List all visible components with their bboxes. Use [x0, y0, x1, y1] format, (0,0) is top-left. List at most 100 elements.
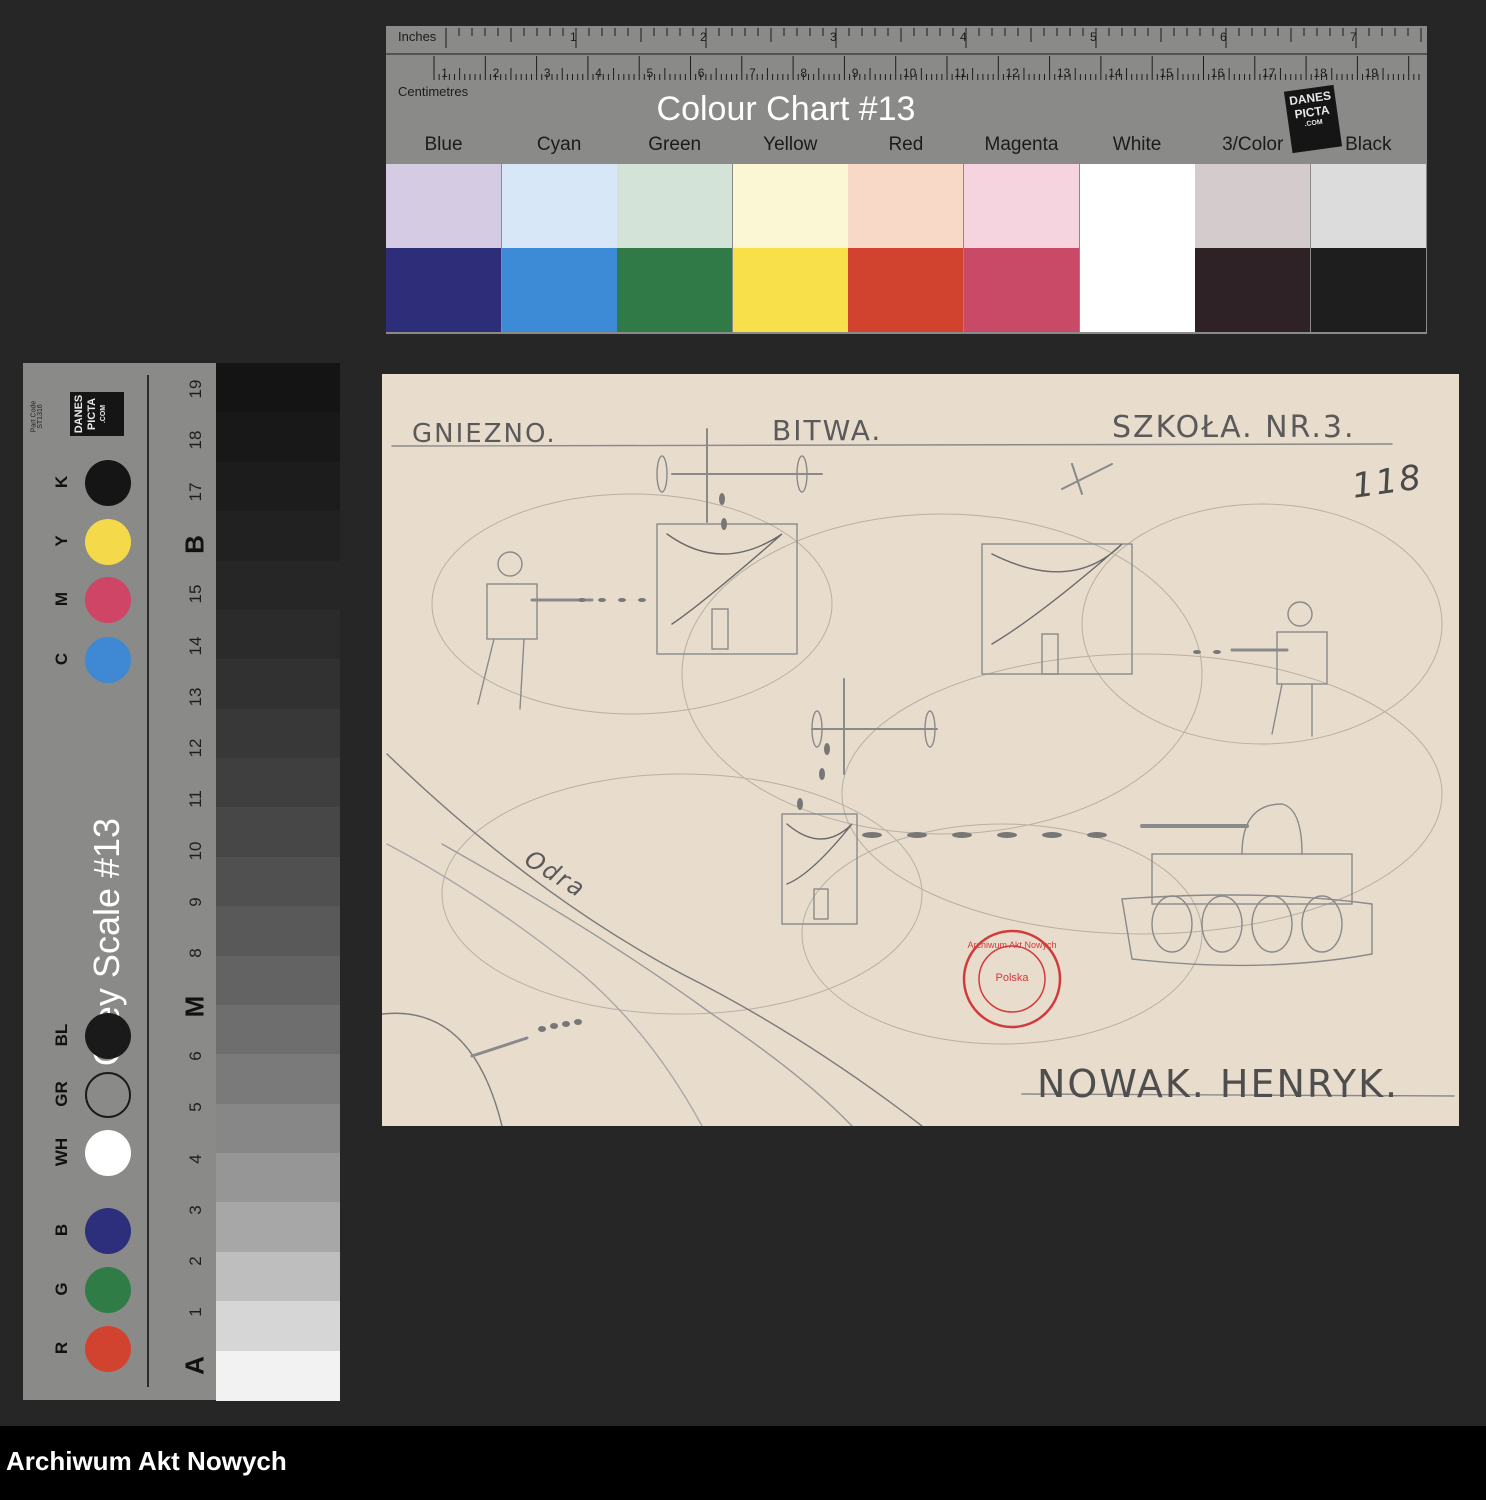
colour-dot-label: C	[52, 652, 71, 666]
grey-step	[216, 708, 340, 760]
grey-step	[216, 1004, 340, 1056]
cm-number: 8	[800, 66, 808, 80]
archive-stamp: Archiwum Akt Nowych Polska	[967, 940, 1057, 984]
grey-step	[216, 1350, 340, 1401]
grey-step	[216, 560, 340, 611]
swatch-light	[1310, 164, 1426, 248]
cm-number: 5	[646, 66, 654, 80]
scale-number: 17	[186, 482, 205, 502]
footer-bar: Archiwum Akt Nowych	[0, 1426, 1486, 1500]
colour-dot-label: GR	[52, 1081, 71, 1107]
swatch-label: Cyan	[536, 134, 582, 155]
drawing-sketch	[382, 428, 1455, 1126]
scale-number: M	[179, 995, 210, 1017]
swatch-dark	[386, 248, 501, 332]
swatch-dark	[964, 248, 1079, 332]
scale-number: 6	[186, 1051, 205, 1061]
inch-number: 1	[570, 30, 577, 44]
inch-number: 5	[1090, 30, 1097, 44]
colour-dot-label: BL	[52, 1023, 71, 1047]
inch-number: 2	[700, 30, 707, 44]
grey-step	[216, 1054, 340, 1105]
scale-number: 8	[186, 948, 205, 959]
scale-number: 13	[186, 687, 205, 707]
swatch-label: Blue	[424, 134, 463, 155]
grey-scale-card: Part Code ST1316 DANES PICTA .COM Grey S…	[23, 363, 340, 1401]
cm-number: 18	[1313, 66, 1327, 80]
cm-number: 16	[1210, 66, 1225, 80]
grey-steps	[216, 363, 340, 1401]
grey-step	[216, 659, 340, 710]
grey-step	[216, 758, 340, 809]
cm-number: 3	[543, 66, 551, 80]
swatch-light	[617, 164, 733, 248]
danes-picta-logo-vertical: DANES PICTA .COM	[70, 392, 124, 436]
swatch-label: Black	[1345, 134, 1392, 155]
header-city: GNIEZNO.	[412, 419, 557, 449]
swatch-light	[964, 164, 1079, 248]
grey-step	[216, 856, 340, 908]
grey-step	[216, 1153, 340, 1204]
scale-number: 9	[186, 897, 205, 907]
swatch-dark	[732, 248, 848, 332]
swatch-light	[1079, 164, 1195, 248]
grey-step	[216, 807, 340, 858]
scale-number: A	[179, 1355, 210, 1375]
scale-number: 11	[186, 790, 205, 809]
cm-number: 15	[1159, 66, 1173, 80]
colour-dot	[85, 1267, 131, 1313]
colour-dot	[85, 1208, 131, 1254]
scale-divider	[147, 375, 149, 1387]
colour-dot	[85, 1013, 131, 1059]
cm-number: 6	[697, 66, 705, 80]
scale-number: 2	[186, 1256, 205, 1266]
grey-step	[216, 955, 340, 1006]
grey-step	[216, 609, 340, 661]
scale-number: 10	[186, 841, 205, 861]
scale-number: 12	[186, 738, 205, 758]
swatch-dark	[848, 248, 964, 332]
swatch-light	[501, 164, 617, 248]
swatch-label: Magenta	[984, 134, 1059, 155]
child-drawing: GNIEZNO. BITWA. SZKOŁA. NR.3. 118 Odra A…	[382, 374, 1459, 1126]
cm-number: 1	[441, 66, 448, 80]
inch-number: 3	[830, 30, 837, 44]
grey-step	[216, 412, 340, 463]
colour-dot-label: WH	[52, 1137, 71, 1167]
colour-dot-label: M	[52, 591, 71, 607]
colour-dot-label: B	[52, 1223, 71, 1237]
swatch-label: Red	[888, 134, 924, 155]
grey-step	[216, 1251, 340, 1303]
colour-dot-label: K	[52, 475, 71, 489]
cm-number: 11	[954, 66, 967, 80]
colour-dot-label: G	[52, 1282, 71, 1296]
header-title: BITWA.	[772, 414, 883, 447]
swatch-dark	[1310, 248, 1426, 332]
scale-number: 5	[186, 1102, 205, 1112]
colour-chart-title: Colour Chart #13	[656, 90, 916, 128]
scale-number: 14	[186, 636, 205, 655]
scale-number: 3	[186, 1205, 205, 1215]
scale-number: B	[179, 535, 210, 554]
colour-chart: Inches Centimetres 1 2 3 4 5 6 7 1 2 3 4 5 6 7 8 9 10 11 1…	[386, 26, 1427, 334]
colour-dot	[85, 637, 131, 683]
part-code: Part Code ST1316	[30, 400, 44, 433]
colour-dot-label: Y	[52, 535, 71, 547]
cm-number: 10	[903, 66, 917, 80]
cm-number: 4	[595, 66, 602, 80]
inch-number: 7	[1350, 30, 1357, 44]
header-school: SZKOŁA. NR.3.	[1112, 410, 1356, 445]
cm-number: 14	[1108, 66, 1122, 80]
colour-dot	[85, 1072, 131, 1118]
grey-step	[216, 511, 340, 562]
grey-step	[216, 461, 340, 513]
cm-number: 12	[1005, 66, 1019, 80]
swatch-light	[1195, 164, 1311, 248]
colour-dot	[85, 1326, 131, 1372]
scale-number: 19	[186, 379, 205, 399]
swatch-light	[848, 164, 964, 248]
grey-step	[216, 1202, 340, 1253]
grey-step	[216, 1103, 340, 1155]
swatch-label: Green	[648, 134, 702, 155]
colour-dot-label: R	[52, 1341, 71, 1355]
